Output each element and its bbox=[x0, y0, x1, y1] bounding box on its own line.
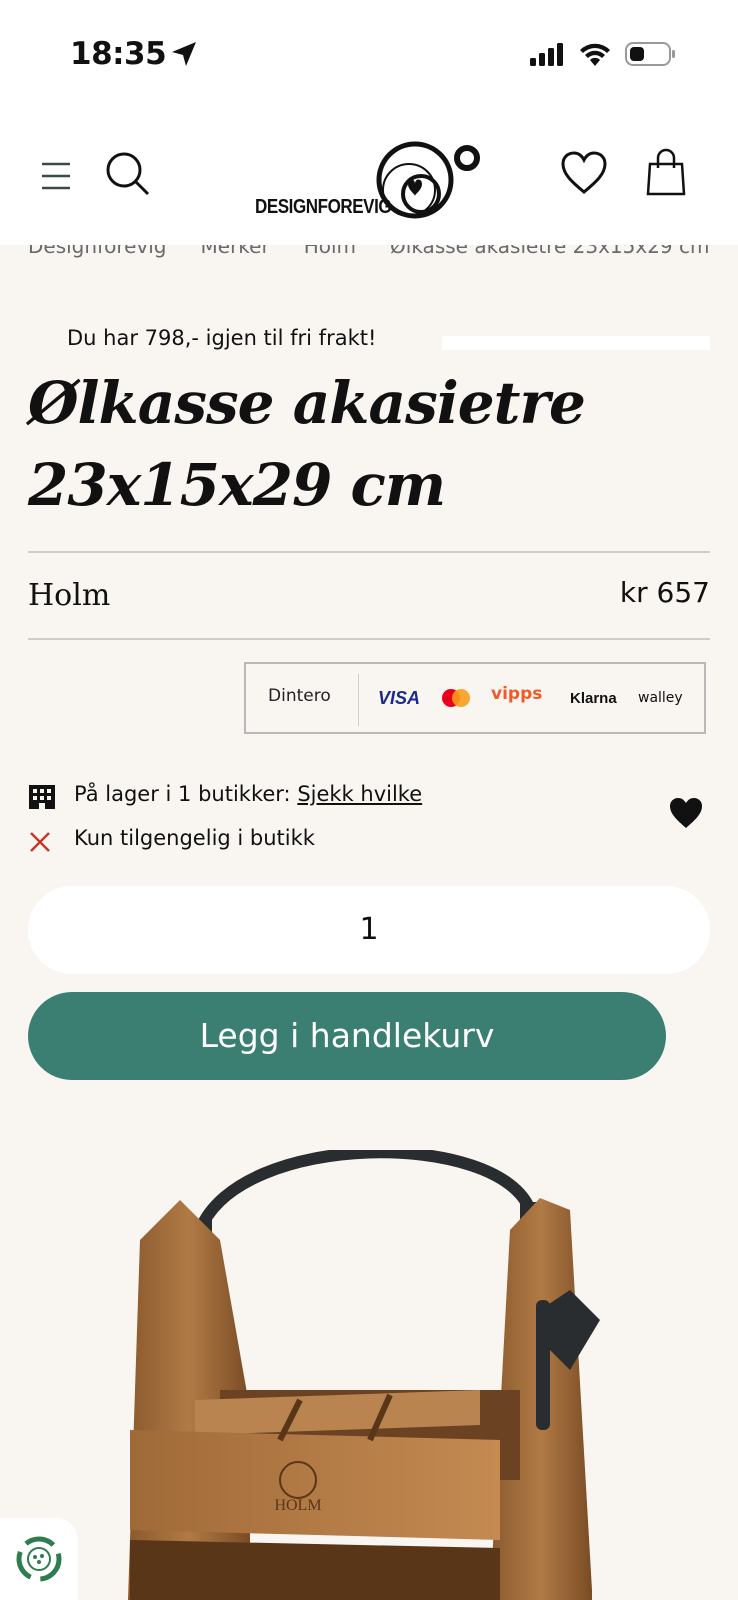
dintero-logo: Dintero bbox=[268, 686, 331, 706]
battery-icon bbox=[625, 42, 675, 66]
cellular-signal-icon bbox=[530, 43, 563, 66]
add-to-cart-button[interactable]: Legg i handlekurv bbox=[28, 992, 666, 1080]
stock-text: På lager i 1 butikker: Sjekk hvilke bbox=[74, 782, 422, 806]
search-icon[interactable] bbox=[104, 150, 152, 198]
product-image[interactable]: HOLM bbox=[100, 1150, 640, 1600]
breadcrumb-item-home[interactable]: Designforevig bbox=[28, 245, 167, 258]
logo-text: DESIGNFOREVIG bbox=[255, 196, 392, 218]
unavailable-x-icon bbox=[30, 832, 50, 852]
free-shipping-text: Du har 798,- igjen til fri frakt! bbox=[67, 326, 377, 350]
shopping-bag-icon[interactable] bbox=[646, 148, 686, 196]
wifi-icon bbox=[580, 43, 610, 66]
payment-divider bbox=[358, 674, 359, 726]
svg-text:HOLM: HOLM bbox=[274, 1497, 321, 1514]
availability-text: Kun tilgengelig i butikk bbox=[74, 826, 315, 850]
visa-logo: VISA bbox=[378, 688, 421, 708]
site-header: DESIGNFOREVIG bbox=[0, 110, 738, 245]
wishlist-heart-icon[interactable] bbox=[560, 150, 608, 196]
location-arrow-icon bbox=[172, 42, 196, 66]
vipps-logo: vipps bbox=[491, 684, 543, 704]
klarna-logo: Klarna bbox=[570, 690, 617, 707]
stock-label: På lager i 1 butikker: bbox=[74, 782, 291, 806]
breadcrumb-clip: Designforevig Merker Holm Ølkasse akasietre… bbox=[0, 245, 738, 290]
free-shipping-progress-bar bbox=[442, 336, 710, 350]
logo-circles-icon bbox=[376, 141, 480, 219]
divider-top bbox=[28, 551, 710, 553]
breadcrumb-item-brands[interactable]: Merker bbox=[201, 245, 270, 258]
store-building-icon bbox=[29, 785, 55, 810]
status-time: 18:35 bbox=[70, 36, 167, 72]
breadcrumb-item-current: Ølkasse akasietre 23x15x29 cm bbox=[390, 245, 710, 258]
status-bar: 18:35 bbox=[0, 0, 738, 110]
designforevig-logo[interactable]: DESIGNFOREVIG bbox=[255, 130, 485, 230]
product-title: Ølkasse akasietre 23x15x29 cm bbox=[28, 369, 586, 519]
walley-logo: walley bbox=[638, 690, 683, 706]
product-price: kr 657 bbox=[619, 576, 710, 609]
product-brand[interactable]: Holm bbox=[28, 578, 110, 613]
breadcrumb: Designforevig Merker Holm Ølkasse akasietre… bbox=[28, 245, 718, 263]
breadcrumb-item-holm[interactable]: Holm bbox=[304, 245, 356, 258]
eco-badge[interactable] bbox=[0, 1518, 78, 1600]
quantity-input[interactable]: 1 bbox=[28, 886, 710, 974]
divider-bottom bbox=[28, 638, 710, 640]
payment-methods: Dintero VISA vipps Klarna walley bbox=[244, 662, 706, 734]
hamburger-menu-icon[interactable] bbox=[40, 156, 72, 196]
eco-recycle-icon bbox=[16, 1536, 62, 1582]
check-stores-link[interactable]: Sjekk hvilke bbox=[297, 782, 422, 806]
mastercard-icon bbox=[442, 689, 470, 707]
favorite-heart-icon[interactable] bbox=[668, 796, 704, 830]
